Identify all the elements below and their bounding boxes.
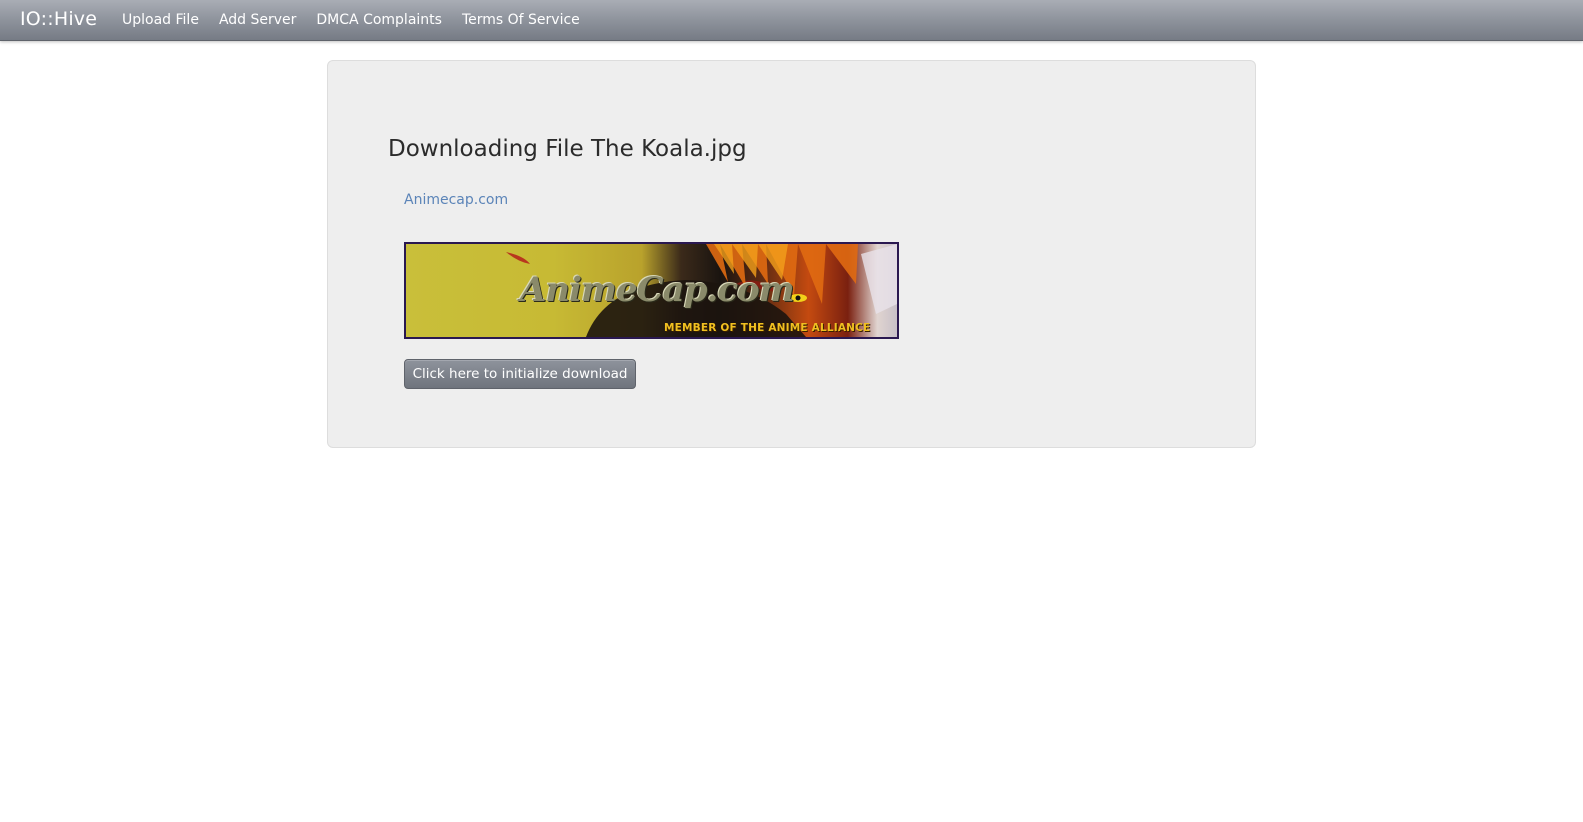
brand-logo[interactable]: IO::Hive	[20, 8, 97, 30]
download-panel: Downloading File The Koala.jpg Animecap.…	[327, 60, 1256, 448]
nav-item-upload-file: Upload File	[122, 12, 219, 28]
banner-logo-text: AnimeCap.com	[520, 270, 795, 310]
sponsor-banner[interactable]: AnimeCap.com MEMBER OF THE ANIME ALLIANC…	[404, 242, 899, 339]
nav-link-upload-file[interactable]: Upload File	[122, 12, 199, 28]
sponsor-link[interactable]: Animecap.com	[404, 192, 508, 208]
initialize-download-button[interactable]: Click here to initialize download	[404, 359, 636, 389]
nav-link-dmca-complaints[interactable]: DMCA Complaints	[316, 12, 442, 28]
nav-link-add-server[interactable]: Add Server	[219, 12, 296, 28]
nav-link-terms-of-service[interactable]: Terms Of Service	[462, 12, 580, 28]
nav-item-add-server: Add Server	[219, 12, 316, 28]
nav-item-terms-of-service: Terms Of Service	[462, 12, 600, 28]
top-navbar: IO::Hive Upload File Add Server DMCA Com…	[0, 0, 1583, 41]
page-title: Downloading File The Koala.jpg	[388, 136, 747, 162]
banner-tagline: MEMBER OF THE ANIME ALLIANCE	[664, 322, 871, 334]
nav-menu: Upload File Add Server DMCA Complaints T…	[122, 12, 600, 28]
nav-item-dmca-complaints: DMCA Complaints	[316, 12, 462, 28]
